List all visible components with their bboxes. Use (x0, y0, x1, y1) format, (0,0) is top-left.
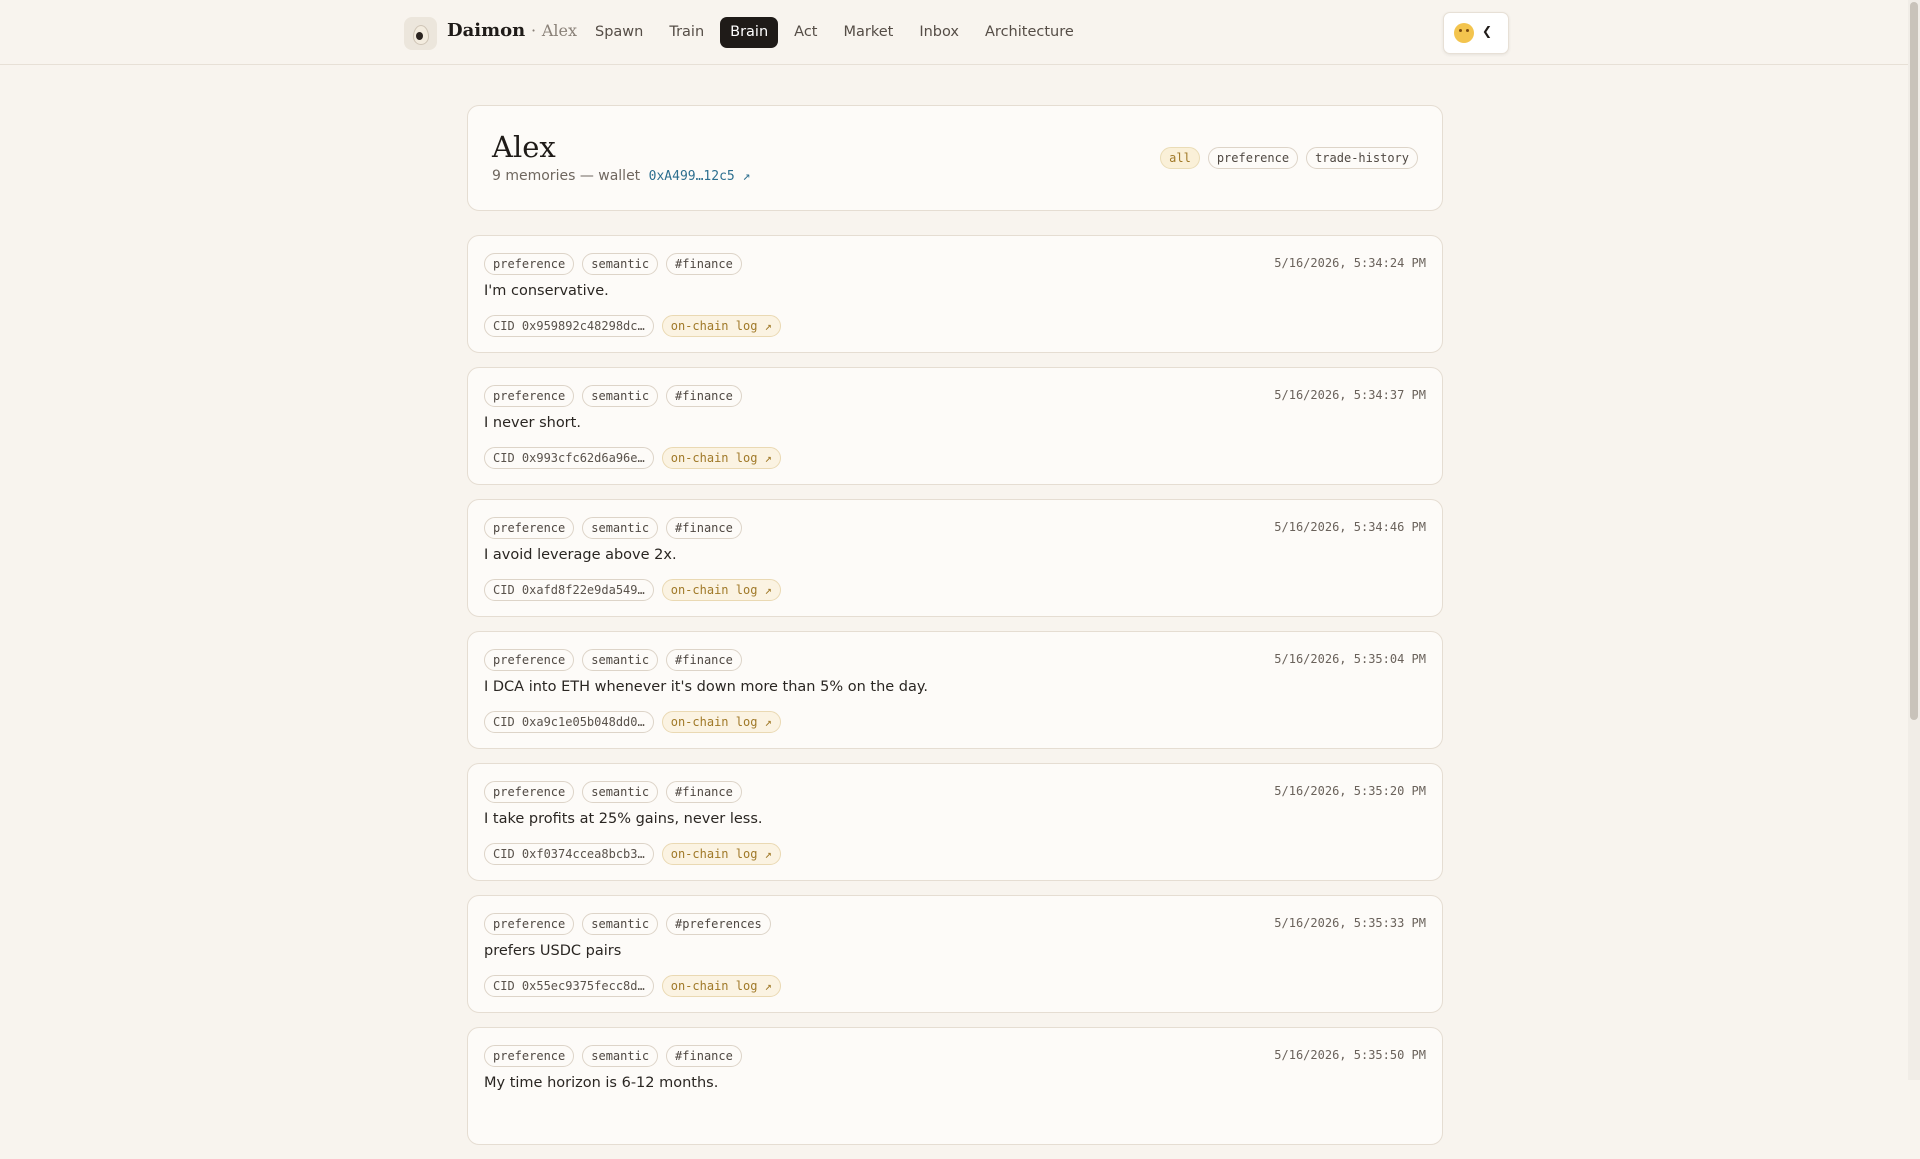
profile-summary: 9 memories — wallet 0xA499…12c5 ↗ (492, 168, 750, 184)
memory-timestamp: 5/16/2026, 5:35:33 PM (1274, 916, 1426, 930)
onchain-log-link[interactable]: on-chain log ↗ (661, 579, 781, 601)
memory-card: preference semantic #finance 5/16/2026, … (467, 499, 1443, 617)
memory-text: prefers USDC pairs (484, 943, 622, 959)
tag-type: preference (484, 1045, 575, 1067)
memory-card: preference semantic #finance 5/16/2026, … (467, 763, 1443, 881)
onchain-log-link[interactable]: on-chain log ↗ (661, 843, 781, 865)
scrollbar-thumb[interactable] (1910, 2, 1918, 720)
memory-filters: all preference trade-history (1160, 147, 1418, 169)
memory-meta: CID 0xf0374ccea8bcb3… on-chain log ↗ (484, 843, 781, 865)
memory-meta: CID 0xafd8f22e9da549… on-chain log ↗ (484, 579, 781, 601)
profile-name: Alex (492, 130, 556, 164)
account-menu-button[interactable]: ❮ (1443, 12, 1509, 54)
filter-all[interactable]: all (1160, 147, 1200, 169)
tag-kind: semantic (582, 913, 659, 935)
memory-meta: CID 0x993cfc62d6a96e… on-chain log ↗ (484, 447, 781, 469)
onchain-log-link[interactable]: on-chain log ↗ (661, 711, 781, 733)
nav-act[interactable]: Act (784, 17, 827, 48)
memory-text: I DCA into ETH whenever it's down more t… (484, 679, 928, 695)
filter-preference[interactable]: preference (1207, 147, 1299, 169)
memory-card: preference semantic #finance 5/16/2026, … (467, 235, 1443, 353)
tag-kind: semantic (582, 385, 659, 407)
eye-dot (416, 32, 423, 40)
memory-timestamp: 5/16/2026, 5:34:46 PM (1274, 520, 1426, 534)
cid-badge[interactable]: CID 0x55ec9375fecc8d… (484, 975, 654, 997)
memory-text: I'm conservative. (484, 283, 609, 299)
wallet-link[interactable]: 0xA499…12c5 ↗ (649, 169, 751, 184)
memory-card: preference semantic #finance 5/16/2026, … (467, 1027, 1443, 1145)
nav-train[interactable]: Train (659, 17, 714, 48)
memory-tags: preference semantic #preferences (484, 913, 771, 935)
tag-topic: #finance (666, 517, 742, 539)
tag-type: preference (484, 385, 575, 407)
memory-tags: preference semantic #finance (484, 1045, 742, 1067)
tag-kind: semantic (582, 649, 659, 671)
nav-market[interactable]: Market (833, 17, 903, 48)
memory-card: preference semantic #finance 5/16/2026, … (467, 631, 1443, 749)
memory-tags: preference semantic #finance (484, 781, 742, 803)
tag-kind: semantic (582, 253, 659, 275)
page-scrollbar[interactable] (1908, 0, 1920, 1080)
memory-tags: preference semantic #finance (484, 517, 742, 539)
memory-text: I take profits at 25% gains, never less. (484, 811, 763, 827)
cid-badge[interactable]: CID 0xafd8f22e9da549… (484, 579, 654, 601)
memory-meta: CID 0x959892c48298dc… on-chain log ↗ (484, 315, 781, 337)
nav-brain[interactable]: Brain (720, 17, 779, 48)
tag-type: preference (484, 913, 575, 935)
tag-topic: #finance (666, 781, 742, 803)
memory-meta: CID 0x55ec9375fecc8d… on-chain log ↗ (484, 975, 781, 997)
cid-badge[interactable]: CID 0x959892c48298dc… (484, 315, 654, 337)
daimon-logo-icon[interactable] (404, 17, 437, 50)
cid-badge[interactable]: CID 0xf0374ccea8bcb3… (484, 843, 654, 865)
nav-tabs: Spawn Train Brain Act Market Inbox Archi… (585, 17, 1084, 48)
onchain-log-link[interactable]: on-chain log ↗ (661, 975, 781, 997)
memory-timestamp: 5/16/2026, 5:35:50 PM (1274, 1048, 1426, 1062)
filter-trade-history[interactable]: trade-history (1306, 147, 1418, 169)
tag-kind: semantic (582, 1045, 659, 1067)
tag-topic: #finance (666, 253, 742, 275)
tag-topic: #finance (666, 385, 742, 407)
tag-kind: semantic (582, 781, 659, 803)
top-nav: Daimon · Alex Spawn Train Brain Act Mark… (0, 0, 1908, 65)
memory-timestamp: 5/16/2026, 5:34:24 PM (1274, 256, 1426, 270)
memory-text: My time horizon is 6-12 months. (484, 1075, 719, 1091)
memory-timestamp: 5/16/2026, 5:35:20 PM (1274, 784, 1426, 798)
chick-avatar-icon (1454, 23, 1474, 43)
tag-type: preference (484, 781, 575, 803)
brand-separator: · (530, 21, 537, 40)
nav-inbox[interactable]: Inbox (909, 17, 969, 48)
tag-topic: #finance (666, 649, 742, 671)
nav-spawn[interactable]: Spawn (585, 17, 653, 48)
memory-count: 9 memories — wallet (492, 168, 641, 184)
memory-tags: preference semantic #finance (484, 385, 742, 407)
tag-topic: #finance (666, 1045, 742, 1067)
memory-card: preference semantic #finance 5/16/2026, … (467, 367, 1443, 485)
onchain-log-link[interactable]: on-chain log ↗ (661, 447, 781, 469)
tag-kind: semantic (582, 517, 659, 539)
memory-timestamp: 5/16/2026, 5:34:37 PM (1274, 388, 1426, 402)
tag-topic: #preferences (666, 913, 771, 935)
brand-user: Alex (541, 21, 577, 40)
chevron-down-icon: ❮ (1482, 24, 1493, 38)
cid-badge[interactable]: CID 0xa9c1e05b048dd0… (484, 711, 654, 733)
memory-list: preference semantic #finance 5/16/2026, … (467, 235, 1443, 1159)
tag-type: preference (484, 253, 575, 275)
tag-type: preference (484, 517, 575, 539)
brand-title[interactable]: Daimon · Alex (447, 20, 577, 41)
nav-architecture[interactable]: Architecture (975, 17, 1084, 48)
onchain-log-link[interactable]: on-chain log ↗ (661, 315, 781, 337)
brand-name: Daimon (447, 20, 526, 41)
memory-tags: preference semantic #finance (484, 649, 742, 671)
memory-tags: preference semantic #finance (484, 253, 742, 275)
tag-type: preference (484, 649, 575, 671)
memory-text: I never short. (484, 415, 581, 431)
memory-meta: CID 0xa9c1e05b048dd0… on-chain log ↗ (484, 711, 781, 733)
memory-card: preference semantic #preferences 5/16/20… (467, 895, 1443, 1013)
cid-badge[interactable]: CID 0x993cfc62d6a96e… (484, 447, 654, 469)
memory-timestamp: 5/16/2026, 5:35:04 PM (1274, 652, 1426, 666)
memory-text: I avoid leverage above 2x. (484, 547, 677, 563)
profile-header-card: Alex 9 memories — wallet 0xA499…12c5 ↗ a… (467, 105, 1443, 211)
